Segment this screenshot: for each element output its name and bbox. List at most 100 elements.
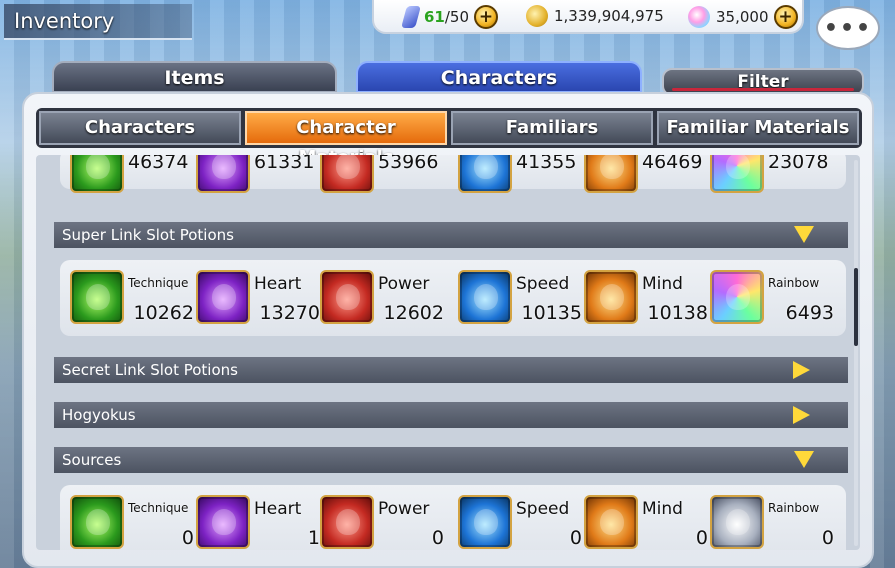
- sub-tab-bar: Characters Character Materials Familiars…: [36, 108, 862, 168]
- item-name: Speed: [516, 274, 570, 294]
- item-name: Heart: [254, 499, 302, 519]
- flame-orb-icon: [196, 495, 250, 549]
- section-title: Hogyokus: [62, 406, 136, 424]
- material-item[interactable]: Power 12602: [320, 270, 444, 328]
- subtab-familiars[interactable]: Familiars: [451, 111, 653, 145]
- stamina-current: 61: [424, 8, 445, 26]
- material-item[interactable]: Technique 0: [70, 495, 194, 550]
- item-count: 12602: [383, 302, 444, 324]
- section-header-sources[interactable]: Sources: [54, 447, 848, 473]
- add-stamina-button[interactable]: +: [474, 5, 499, 29]
- orb-count: 35,000: [716, 8, 769, 26]
- item-count: 61331: [254, 155, 315, 173]
- material-item[interactable]: Rainbow 6493: [710, 270, 834, 328]
- item-count: 10262: [133, 302, 194, 324]
- material-item[interactable]: Speed 10135: [458, 270, 582, 328]
- material-item[interactable]: Mind 0: [584, 495, 708, 550]
- potion-icon: [458, 155, 512, 193]
- potion-icon: [70, 270, 124, 324]
- item-count: 0: [695, 527, 708, 549]
- material-item[interactable]: Speed 0: [458, 495, 582, 550]
- resource-bar: 61 /50 + 1,339,904,975 35,000 +: [372, 0, 804, 34]
- section-title: Sources: [62, 451, 122, 469]
- stamina-icon: [401, 6, 421, 28]
- tab-characters[interactable]: Characters: [356, 61, 642, 93]
- material-item[interactable]: Power 0: [320, 495, 444, 550]
- item-count: 10135: [521, 302, 582, 324]
- orb-icon: [688, 6, 710, 28]
- list-row-super-link: Technique 10262 Heart 13270 Power 12602 …: [60, 260, 846, 336]
- potion-icon: [584, 155, 638, 193]
- chat-button[interactable]: •••: [816, 6, 880, 50]
- flame-orb-icon: [710, 495, 764, 549]
- item-count: 0: [431, 527, 444, 549]
- item-name: Technique: [128, 276, 189, 290]
- item-count: 23078: [768, 155, 829, 173]
- item-count: 0: [821, 527, 834, 549]
- item-count: 41355: [516, 155, 577, 173]
- chat-bubble-icon: •••: [823, 15, 873, 41]
- section-header-super-link-slot-potions[interactable]: Super Link Slot Potions: [54, 222, 848, 248]
- item-count: 0: [569, 527, 582, 549]
- triangle-down-icon: [794, 451, 814, 468]
- add-orbs-button[interactable]: +: [773, 5, 798, 29]
- stamina-max: /50: [444, 8, 470, 26]
- list-row-partial: 46374 61331 53966 41355 46469 23078: [60, 155, 846, 193]
- material-item[interactable]: 61331: [196, 155, 320, 197]
- scrollbar-thumb[interactable]: [854, 268, 858, 346]
- list-row-sources: Technique 0 Heart 1 Power 0 Speed 0 Mind…: [60, 485, 846, 550]
- item-count: 10138: [647, 302, 708, 324]
- page-title: Inventory: [14, 9, 115, 33]
- material-item[interactable]: 23078: [710, 155, 834, 197]
- item-count: 53966: [378, 155, 439, 173]
- orb-display: 35,000 +: [688, 5, 798, 29]
- item-name: Power: [378, 499, 430, 519]
- item-name: Rainbow: [768, 501, 820, 515]
- section-header-secret-link-slot-potions[interactable]: Secret Link Slot Potions: [54, 357, 848, 383]
- material-item[interactable]: 46469: [584, 155, 708, 197]
- triangle-down-icon: [794, 226, 814, 243]
- material-item[interactable]: Mind 10138: [584, 270, 708, 328]
- item-count: 6493: [785, 302, 834, 324]
- material-item[interactable]: Technique 10262: [70, 270, 194, 328]
- item-count: 46469: [642, 155, 703, 173]
- flame-orb-icon: [70, 495, 124, 549]
- material-item[interactable]: Heart 13270: [196, 270, 320, 328]
- subtab-characters[interactable]: Characters: [39, 111, 241, 145]
- potion-icon: [320, 270, 374, 324]
- potion-icon: [196, 155, 250, 193]
- subtab-familiar-materials[interactable]: Familiar Materials: [657, 111, 859, 145]
- potion-icon: [458, 270, 512, 324]
- potion-icon: [710, 155, 764, 193]
- material-item[interactable]: Rainbow 0: [710, 495, 834, 550]
- item-count: 46374: [128, 155, 189, 173]
- item-name: Heart: [254, 274, 302, 294]
- material-item[interactable]: 46374: [70, 155, 194, 197]
- tab-items[interactable]: Items: [52, 61, 337, 93]
- section-header-hogyokus[interactable]: Hogyokus: [54, 402, 848, 428]
- page-title-plate: Inventory: [4, 4, 192, 40]
- material-item[interactable]: Heart 1: [196, 495, 320, 550]
- item-name: Rainbow: [768, 276, 820, 290]
- section-title: Super Link Slot Potions: [62, 226, 234, 244]
- materials-list[interactable]: 46374 61331 53966 41355 46469 23078 Supe…: [36, 155, 860, 550]
- stamina-display: 61 /50 +: [401, 5, 499, 29]
- flame-orb-icon: [320, 495, 374, 549]
- triangle-right-icon: [793, 361, 810, 379]
- material-item[interactable]: 53966: [320, 155, 444, 197]
- coin-display: 1,339,904,975: [526, 5, 664, 27]
- item-count: 1: [307, 527, 320, 549]
- scrollbar-track[interactable]: [854, 160, 858, 546]
- coin-count: 1,339,904,975: [554, 7, 664, 25]
- material-item[interactable]: 41355: [458, 155, 582, 197]
- item-name: Mind: [642, 499, 683, 519]
- item-name: Mind: [642, 274, 683, 294]
- item-name: Speed: [516, 499, 570, 519]
- item-name: Technique: [128, 501, 189, 515]
- flame-orb-icon: [458, 495, 512, 549]
- item-count: 13270: [259, 302, 320, 324]
- triangle-right-icon: [793, 406, 810, 424]
- coin-icon: [526, 5, 548, 27]
- potion-icon: [710, 270, 764, 324]
- subtab-character-materials[interactable]: Character Materials: [245, 111, 447, 168]
